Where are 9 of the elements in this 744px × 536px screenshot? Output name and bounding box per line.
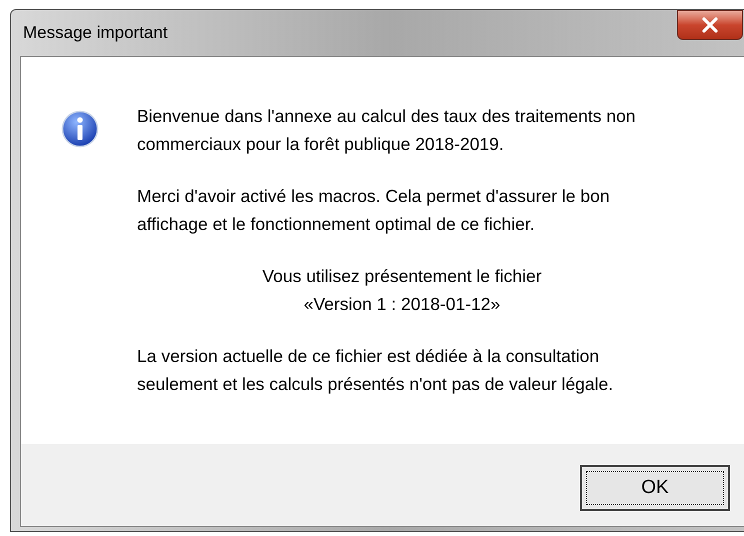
- message-text: Bienvenue dans l'annexe au calcul des taux des traitements non commerciaux pour la forêt publique 2018-2019.: [137, 105, 637, 156]
- info-icon: [61, 110, 99, 148]
- close-icon: [701, 17, 719, 33]
- message-text: La version actuelle de ce fichier est dédiée à la consultation seulement et les calculs présentés n'ont pas de valeur légale.: [137, 345, 614, 396]
- message-text: Vous utilisez présentement le fichier «Version 1 : 2018-01-12»: [261, 265, 543, 316]
- close-button[interactable]: [677, 10, 743, 40]
- window-title: Message important: [23, 22, 168, 44]
- message-text: Merci d'avoir activé les macros. Cela permet d'assurer le bon affichage et le fonctionnement optimal de ce fichier.: [137, 185, 611, 236]
- ok-button[interactable]: OK: [580, 465, 730, 511]
